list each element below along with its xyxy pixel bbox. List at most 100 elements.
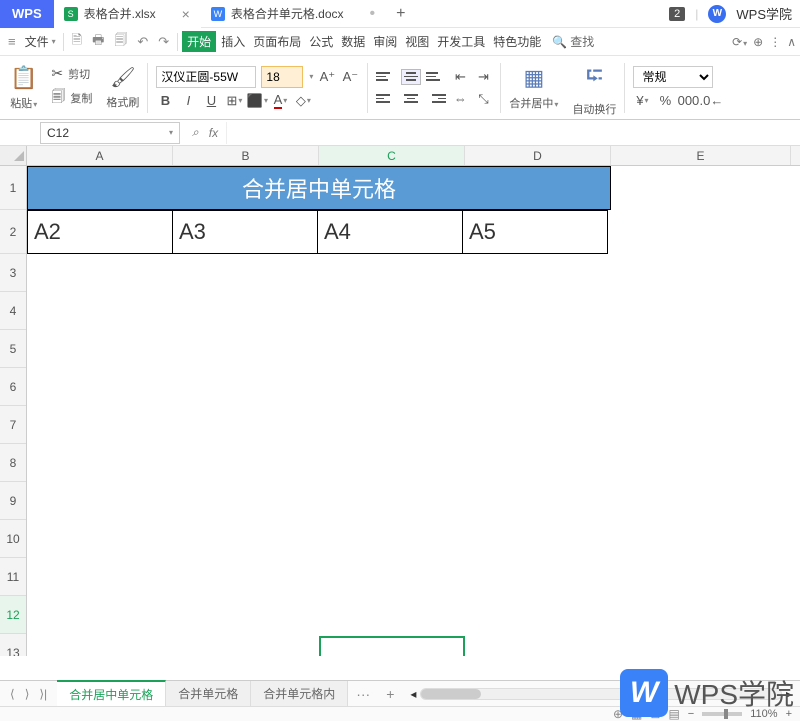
sheet-nav-first-icon[interactable]: ⟨ <box>6 685 19 703</box>
row-header[interactable]: 9 <box>0 482 26 520</box>
align-top-icon[interactable] <box>376 69 396 85</box>
menu-home[interactable]: 开始 <box>182 31 216 52</box>
view-break-icon[interactable]: ▤ <box>668 707 679 721</box>
paste-icon[interactable]: 📋 <box>10 65 37 91</box>
menu-view[interactable]: 视图 <box>402 31 432 52</box>
merge-label[interactable]: 合并居中▾ <box>509 95 558 111</box>
grow-font-icon[interactable]: A⁺ <box>318 68 336 86</box>
qat-print-icon[interactable]: 🖶 <box>88 31 108 53</box>
italic-button[interactable]: I <box>179 92 197 110</box>
sync-icon[interactable]: ⟳▾ <box>732 35 747 49</box>
status-mode-icon[interactable]: ⊕ <box>613 707 623 721</box>
fx-cancel-icon[interactable]: ⌕ <box>192 125 199 140</box>
sheet-tab[interactable]: 合并单元格内 <box>251 681 348 706</box>
font-size-dd-icon[interactable]: ▾ <box>309 72 313 81</box>
align-bottom-icon[interactable] <box>426 69 446 85</box>
data-cell[interactable]: A2 <box>27 210 173 254</box>
data-cell[interactable]: A5 <box>462 210 608 254</box>
row-header[interactable]: 4 <box>0 292 26 330</box>
fill-color-button[interactable]: ⬛▾ <box>248 92 266 110</box>
row-header[interactable]: 13 <box>0 634 26 656</box>
menu-special[interactable]: 特色功能 <box>490 31 544 52</box>
clear-format-button[interactable]: ◇▾ <box>294 92 312 110</box>
col-header[interactable]: E <box>611 146 791 165</box>
close-tab-icon[interactable]: × <box>182 6 190 22</box>
document-tab-xlsx[interactable]: S 表格合并.xlsx × <box>54 0 201 28</box>
scroll-left-icon[interactable]: ◂ <box>410 687 416 701</box>
wrap-text-icon[interactable]: ⮓ <box>586 59 603 97</box>
view-normal-icon[interactable]: ▦ <box>631 707 642 721</box>
col-header-selected[interactable]: C <box>319 146 465 165</box>
add-sheet-icon[interactable]: + <box>378 686 402 702</box>
name-box[interactable]: C12 ▾ <box>40 122 180 144</box>
menu-review[interactable]: 审阅 <box>370 31 400 52</box>
border-button[interactable]: ⊞▾ <box>225 92 243 110</box>
wps-logo-icon[interactable]: W <box>708 5 726 23</box>
menu-formula[interactable]: 公式 <box>306 31 336 52</box>
comma-icon[interactable]: 000 <box>679 92 697 110</box>
sheet-nav-next-icon[interactable]: ⟩ <box>21 685 34 703</box>
row-header[interactable]: 11 <box>0 558 26 596</box>
font-name-combo[interactable] <box>156 66 256 88</box>
horizontal-scrollbar[interactable]: ◂ ▸ <box>402 687 800 701</box>
fx-icon[interactable]: fx <box>209 126 218 140</box>
underline-button[interactable]: U <box>202 92 220 110</box>
merged-title-cell[interactable]: 合并居中单元格 <box>27 166 611 210</box>
menu-data[interactable]: 数据 <box>338 31 368 52</box>
new-tab-button[interactable]: + <box>386 5 415 23</box>
row-header[interactable]: 7 <box>0 406 26 444</box>
wrap-label[interactable]: 自动换行 <box>572 101 616 117</box>
row-header[interactable]: 5 <box>0 330 26 368</box>
sheet-nav-last-icon[interactable]: ⟩| <box>35 685 51 703</box>
shrink-font-icon[interactable]: A⁻ <box>341 68 359 86</box>
qat-undo-icon[interactable]: ↶ <box>133 34 152 50</box>
scroll-track[interactable] <box>420 688 782 700</box>
merge-cells-icon[interactable]: ▦ <box>524 65 545 91</box>
decrease-decimal-icon[interactable]: .0← <box>702 92 720 110</box>
sheet-more-icon[interactable]: ··· <box>348 686 378 702</box>
align-right-icon[interactable] <box>426 91 446 107</box>
menu-insert[interactable]: 插入 <box>218 31 248 52</box>
menu-dev[interactable]: 开发工具 <box>434 31 488 52</box>
scroll-right-icon[interactable]: ▸ <box>786 687 792 701</box>
row-header[interactable]: 8 <box>0 444 26 482</box>
zoom-value[interactable]: 110% <box>750 708 777 720</box>
font-color-button[interactable]: A▾ <box>271 92 289 110</box>
data-cell[interactable]: A4 <box>317 210 463 254</box>
select-all-corner[interactable] <box>0 146 27 166</box>
merge-across-icon[interactable]: ⇔ <box>451 90 469 108</box>
zoom-slider[interactable] <box>702 712 742 716</box>
col-header[interactable]: B <box>173 146 319 165</box>
menu-layout[interactable]: 页面布局 <box>250 31 304 52</box>
percent-icon[interactable]: % <box>656 92 674 110</box>
zoom-out-icon[interactable]: − <box>688 708 694 720</box>
qat-redo-icon[interactable]: ↷ <box>154 34 173 50</box>
name-box-dd-icon[interactable]: ▾ <box>169 128 173 137</box>
indent-decrease-icon[interactable]: ⇤ <box>451 68 469 86</box>
copy-label[interactable]: 复制 <box>70 90 92 106</box>
col-header[interactable]: D <box>465 146 611 165</box>
view-page-icon[interactable]: ⊡ <box>650 707 660 721</box>
qat-preview-icon[interactable]: 🗐 <box>110 31 131 53</box>
paste-label[interactable]: 粘贴▾ <box>10 95 37 111</box>
cut-icon[interactable]: ✂ <box>51 65 63 82</box>
notify-icon[interactable]: ⊕ <box>753 35 763 49</box>
row-header-selected[interactable]: 12 <box>0 596 26 634</box>
align-middle-icon[interactable] <box>401 69 421 85</box>
app-menu-icon[interactable]: ≡ <box>4 34 20 49</box>
bold-button[interactable]: B <box>156 92 174 110</box>
collapse-ribbon-icon[interactable]: ∧ <box>787 35 796 49</box>
more-icon[interactable]: ⋮ <box>769 35 781 49</box>
font-size-combo[interactable] <box>261 66 303 88</box>
format-painter-icon[interactable]: 🖌 <box>110 65 135 90</box>
row-header[interactable]: 1 <box>0 166 26 210</box>
cut-label[interactable]: 剪切 <box>68 66 90 82</box>
row-header[interactable]: 10 <box>0 520 26 558</box>
zoom-in-icon[interactable]: + <box>786 708 792 720</box>
currency-icon[interactable]: ¥▾ <box>633 92 651 110</box>
sheet-tab[interactable]: 合并单元格 <box>166 681 251 706</box>
document-tab-docx[interactable]: W 表格合并单元格.docx • <box>201 0 386 28</box>
menu-file[interactable]: 文件▾ <box>22 31 59 52</box>
format-painter-label[interactable]: 格式刷 <box>106 94 139 110</box>
col-header[interactable]: A <box>27 146 173 165</box>
